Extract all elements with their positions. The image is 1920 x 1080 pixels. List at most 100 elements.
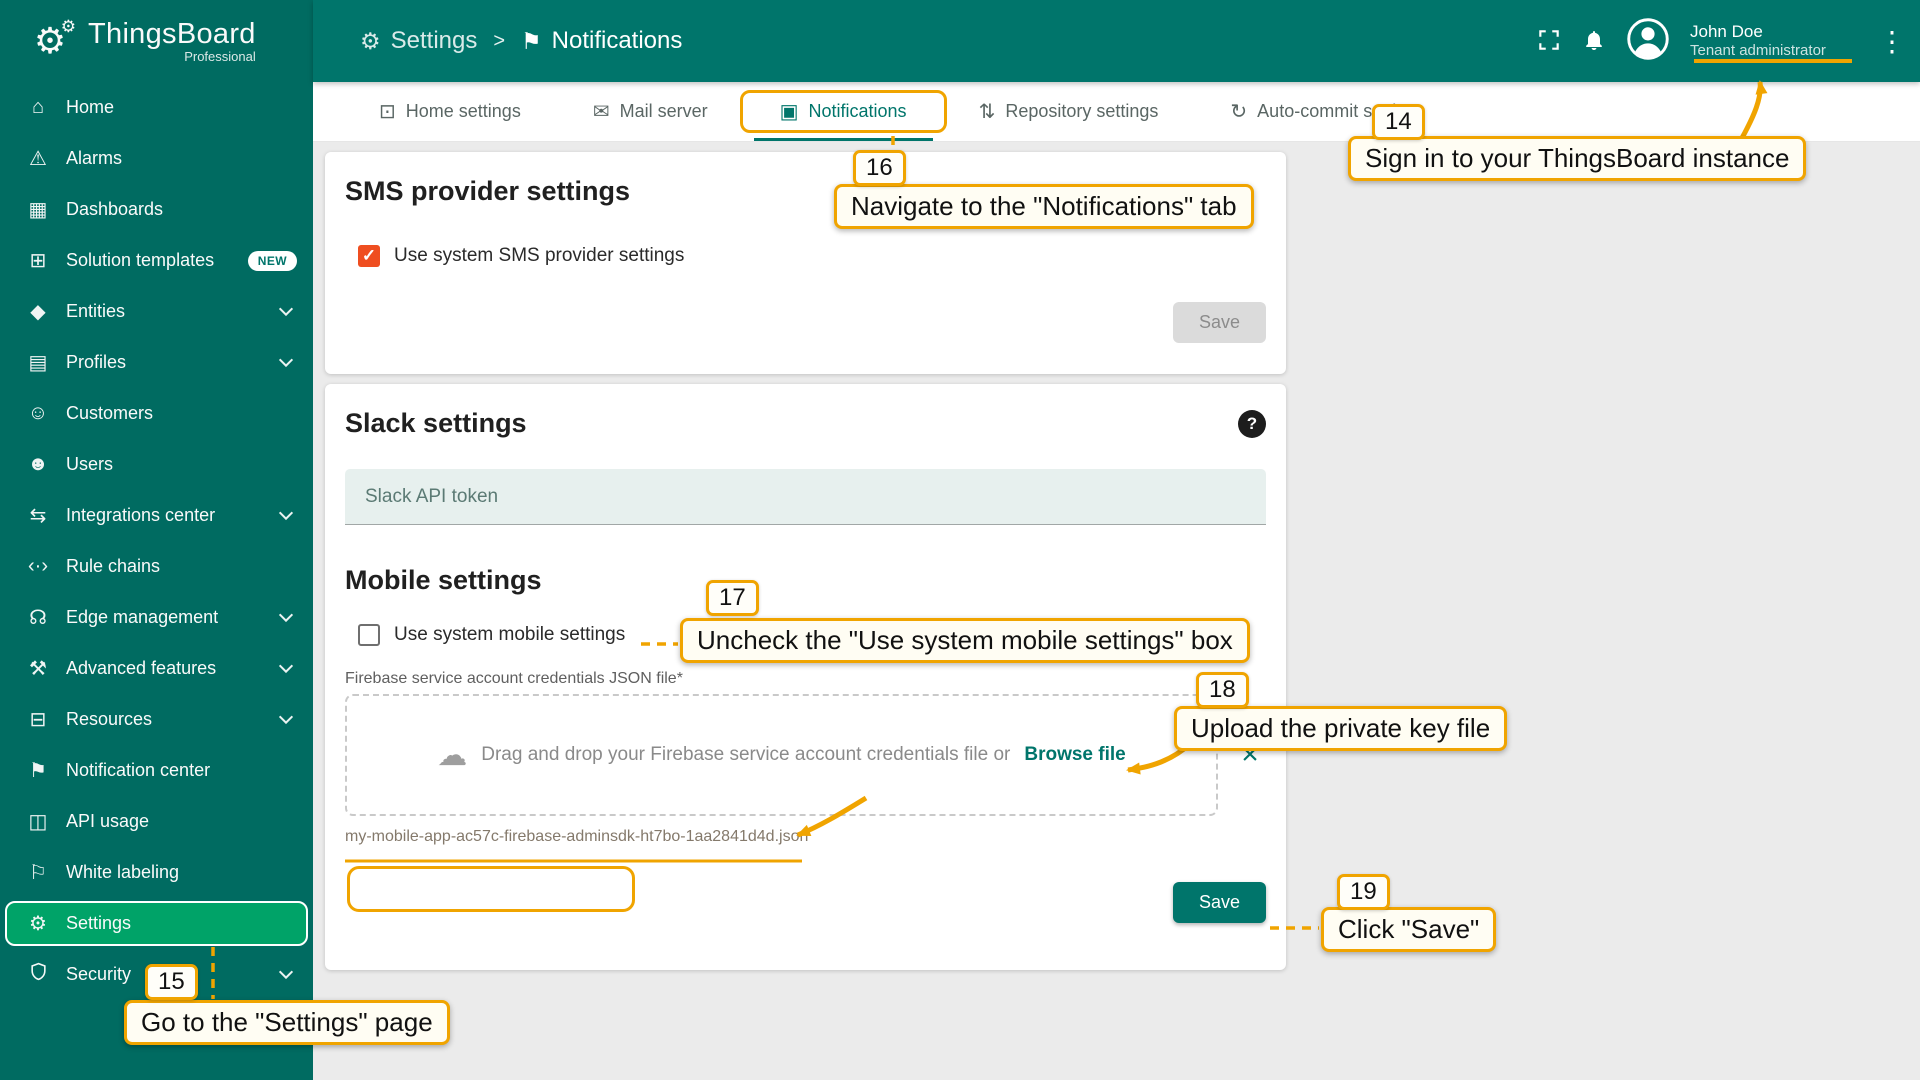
breadcrumb-separator: >: [493, 30, 505, 53]
step-18-callout: Upload the private key file: [1174, 706, 1507, 751]
sidebar-item-label: API usage: [66, 811, 149, 832]
sms-save-button[interactable]: Save: [1173, 302, 1266, 343]
brand-name: ThingsBoard: [88, 18, 256, 51]
sidebar-item-entities[interactable]: ◆ Entities: [0, 286, 313, 337]
chevron-down-icon: [279, 710, 293, 724]
brand-text: ThingsBoard Professional: [88, 18, 256, 64]
topbar-actions: John Doe Tenant administrator ⋮: [1536, 17, 1906, 66]
step-19-callout: Click "Save": [1321, 907, 1496, 952]
chevron-down-icon: [279, 965, 293, 979]
chevron-down-icon: [279, 506, 293, 520]
sidebar-item-resources[interactable]: ⊟ Resources: [0, 694, 313, 745]
dashboards-icon: ▦: [25, 197, 51, 222]
sms-card-actions: Save: [345, 302, 1266, 343]
sidebar-item-users[interactable]: ☻ Users: [0, 439, 313, 490]
step-18-number: 18: [1196, 672, 1249, 708]
sidebar-item-notification-center[interactable]: ⚑ Notification center: [0, 745, 313, 796]
tab-label: Repository settings: [1005, 101, 1158, 122]
breadcrumb-notifications-label: Notifications: [552, 27, 683, 55]
notifications-bell-button[interactable]: [1582, 27, 1606, 56]
sidebar-item-label: White labeling: [66, 862, 179, 883]
white-labeling-icon: ⚐: [25, 860, 51, 885]
tab-home-settings[interactable]: ⊡ Home settings: [343, 82, 557, 141]
sidebar-item-label: Alarms: [66, 148, 122, 169]
profiles-icon: ▤: [25, 350, 51, 375]
browse-file-link[interactable]: Browse file: [1024, 744, 1125, 766]
check-icon: ✓: [362, 246, 376, 266]
step-17-number: 17: [706, 580, 759, 616]
firebase-file-label: Firebase service account credentials JSO…: [345, 670, 1266, 688]
mobile-checkbox-label: Use system mobile settings: [394, 624, 625, 646]
sidebar-item-rule-chains[interactable]: ‹·› Rule chains: [0, 541, 313, 592]
tab-label: Home settings: [406, 101, 521, 122]
sidebar-item-home[interactable]: ⌂ Home: [0, 82, 313, 133]
more-menu-button[interactable]: ⋮: [1878, 25, 1906, 58]
dropzone-text: Drag and drop your Firebase service acco…: [481, 744, 1010, 766]
notification-settings-card: Slack settings ? Mobile settings Use sys…: [325, 384, 1286, 970]
auto-commit-icon: ↻: [1230, 99, 1247, 124]
sidebar-item-label: Rule chains: [66, 556, 160, 577]
sidebar-item-profiles[interactable]: ▤ Profiles: [0, 337, 313, 388]
app-logo[interactable]: ⚙ ⚙ ThingsBoard Professional: [0, 0, 313, 82]
sidebar-item-label: Entities: [66, 301, 125, 322]
flag-icon: ⚑: [521, 28, 542, 55]
step-14-callout: Sign in to your ThingsBoard instance: [1348, 136, 1806, 181]
step-15-number: 15: [145, 964, 198, 1000]
sms-checkbox-label: Use system SMS provider settings: [394, 245, 684, 267]
sidebar-item-customers[interactable]: ☺ Customers: [0, 388, 313, 439]
step-17-callout: Uncheck the "Use system mobile settings"…: [680, 618, 1250, 663]
file-dropzone[interactable]: ☁ Drag and drop your Firebase service ac…: [345, 694, 1218, 816]
breadcrumb-settings[interactable]: ⚙ Settings: [360, 27, 477, 55]
tab-label: Notifications: [809, 101, 907, 122]
sms-system-checkbox[interactable]: ✓: [358, 245, 380, 267]
sidebar-item-api-usage[interactable]: ◫ API usage: [0, 796, 313, 847]
kebab-menu-icon: ⋮: [1878, 25, 1906, 58]
sidebar-item-advanced-features[interactable]: ⚒ Advanced features: [0, 643, 313, 694]
chevron-down-icon: [279, 659, 293, 673]
sidebar-item-integrations-center[interactable]: ⇆ Integrations center: [0, 490, 313, 541]
mail-icon: ✉: [593, 99, 610, 124]
sidebar-item-white-labeling[interactable]: ⚐ White labeling: [0, 847, 313, 898]
sidebar-item-label: Profiles: [66, 352, 126, 373]
sidebar-item-label: Customers: [66, 403, 153, 424]
thingsboard-app: ⚙ ⚙ ThingsBoard Professional ⌂ Home ⚠ Al…: [0, 0, 1920, 1080]
fullscreen-button[interactable]: [1536, 27, 1562, 56]
sidebar-item-label: Resources: [66, 709, 152, 730]
fullscreen-icon: [1536, 27, 1562, 56]
sidebar-item-dashboards[interactable]: ▦ Dashboards: [0, 184, 313, 235]
sidebar-item-solution-templates[interactable]: ⊞ Solution templates NEW: [0, 235, 313, 286]
sidebar-item-settings[interactable]: ⚙ Settings: [5, 901, 308, 946]
tab-repository-settings[interactable]: ⇅ Repository settings: [943, 82, 1195, 141]
sidebar-item-edge-management[interactable]: ☊ Edge management: [0, 592, 313, 643]
resources-icon: ⊟: [25, 707, 51, 732]
sidebar-item-alarms[interactable]: ⚠ Alarms: [0, 133, 313, 184]
security-shield-icon: [25, 961, 51, 988]
avatar-icon: [1626, 17, 1670, 66]
sidebar-item-label: Edge management: [66, 607, 218, 628]
sidebar-nav: ⌂ Home ⚠ Alarms ▦ Dashboards ⊞ Solution …: [0, 82, 313, 1080]
customers-icon: ☺: [25, 402, 51, 425]
help-button[interactable]: ?: [1238, 410, 1266, 438]
mobile-save-button[interactable]: Save: [1173, 882, 1266, 923]
edge-management-icon: ☊: [25, 605, 51, 630]
user-info[interactable]: John Doe Tenant administrator: [1690, 21, 1858, 61]
firebase-drop-row: ☁ Drag and drop your Firebase service ac…: [345, 694, 1266, 816]
chevron-down-icon: [279, 353, 293, 367]
sms-system-checkbox-row[interactable]: ✓ Use system SMS provider settings: [345, 245, 1266, 267]
breadcrumb-notifications[interactable]: ⚑ Notifications: [521, 27, 682, 55]
notification-center-icon: ⚑: [25, 758, 51, 783]
sidebar-item-label: Security: [66, 964, 131, 985]
bell-icon: [1582, 27, 1606, 56]
uploaded-file-name: my-mobile-app-ac57c-firebase-adminsdk-ht…: [345, 828, 1266, 846]
api-usage-icon: ◫: [25, 809, 51, 834]
sidebar-item-label: Home: [66, 97, 114, 118]
tab-mail-server[interactable]: ✉ Mail server: [557, 82, 744, 141]
slack-api-token-input[interactable]: [345, 469, 1266, 525]
step-16-callout: Navigate to the "Notifications" tab: [834, 184, 1254, 229]
sidebar-item-label: Advanced features: [66, 658, 216, 679]
user-avatar[interactable]: [1626, 17, 1670, 66]
mobile-system-checkbox[interactable]: [358, 624, 380, 646]
integrations-icon: ⇆: [25, 503, 51, 528]
tab-notifications[interactable]: ▣ Notifications: [744, 82, 943, 141]
thingsboard-logo-icon: ⚙ ⚙: [22, 15, 78, 67]
